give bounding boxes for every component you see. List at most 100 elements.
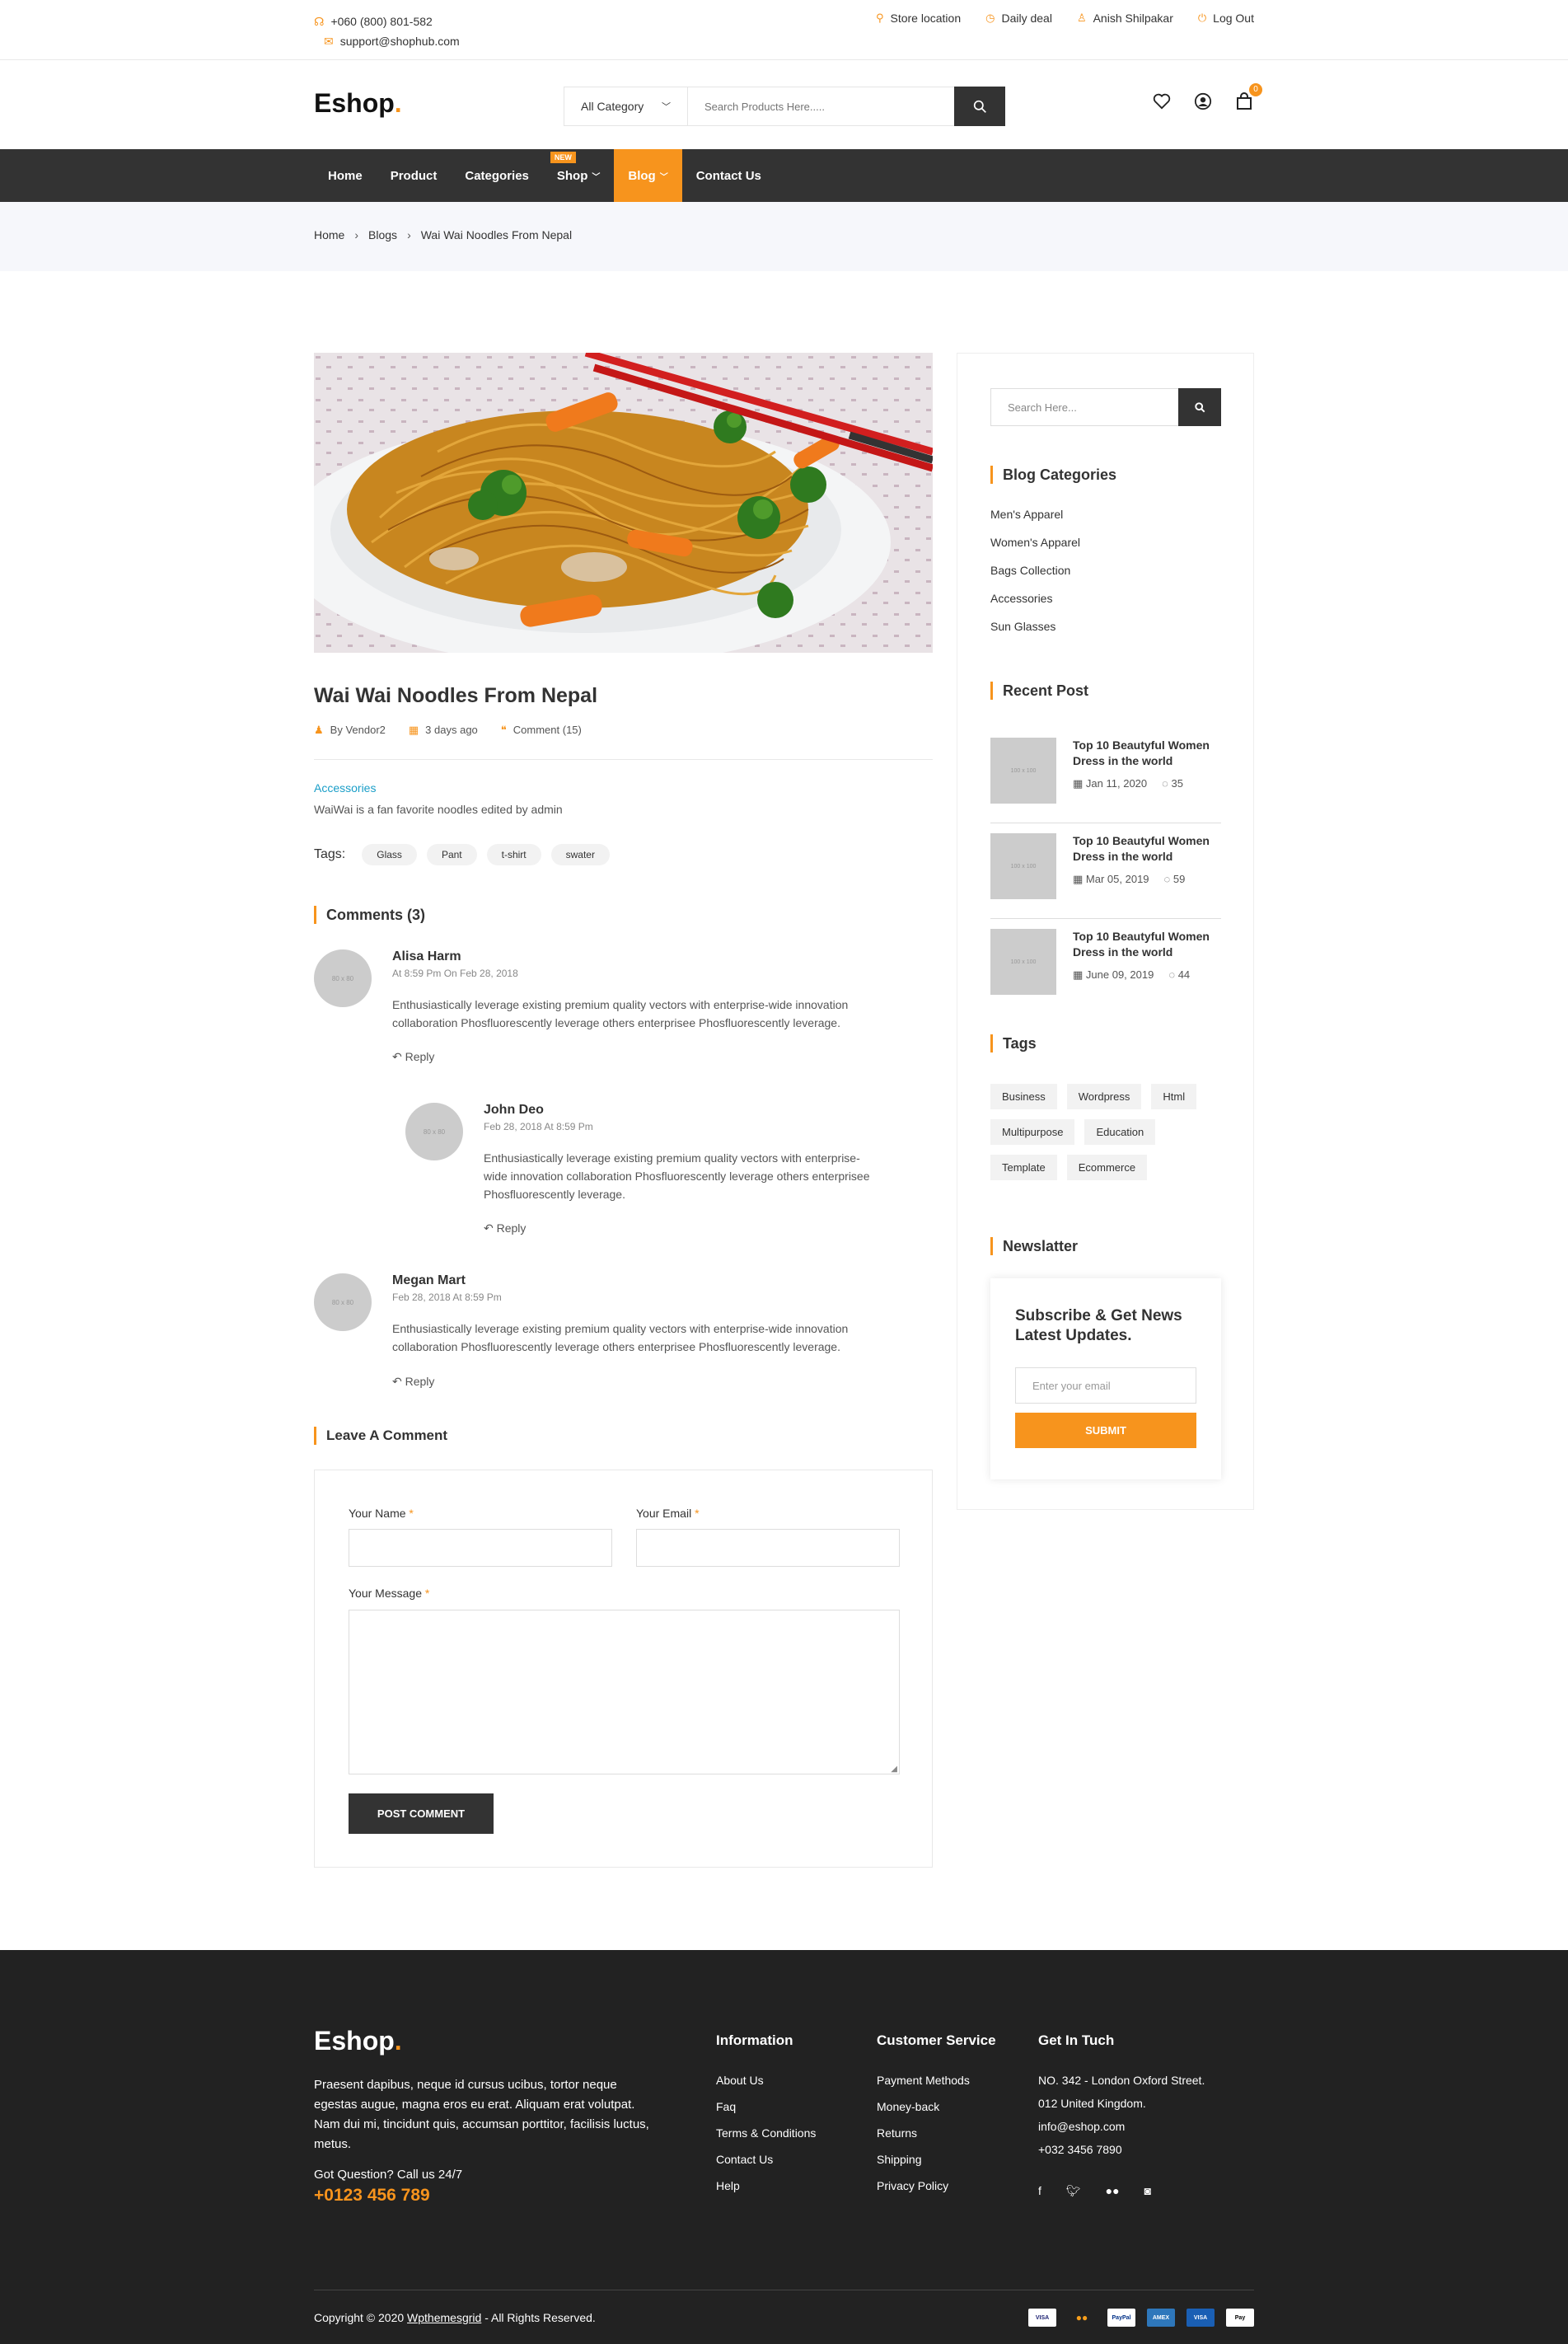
recent-post-item[interactable]: 100 x 100 Top 10 Beautyful Women Dress i… xyxy=(990,833,1221,919)
store-location-link[interactable]: ⚲ Store location xyxy=(876,12,961,25)
tag-ecommerce[interactable]: Ecommerce xyxy=(1066,1155,1148,1180)
footer-link-shipping[interactable]: Shipping xyxy=(877,2153,996,2179)
newsletter-title: Newslatter xyxy=(990,1237,1078,1255)
footer-email[interactable]: info@eshop.com xyxy=(1038,2120,1205,2143)
post-category-link[interactable]: Accessories xyxy=(314,781,376,795)
nav-shop[interactable]: NEW Shop ﹀ xyxy=(543,149,615,202)
footer-link-money-back[interactable]: Money-back xyxy=(877,2100,996,2126)
footer-address-2: 012 United Kingdom. xyxy=(1038,2097,1146,2110)
tag-multipurpose[interactable]: Multipurpose xyxy=(990,1119,1075,1145)
tag-t-shirt[interactable]: t-shirt xyxy=(486,844,541,865)
tag-business[interactable]: Business xyxy=(990,1084,1057,1109)
nav-blog-label: Blog xyxy=(628,168,656,183)
footer-link-help[interactable]: Help xyxy=(716,2179,816,2206)
reply-label: Reply xyxy=(405,1375,435,1388)
cart-count-badge: 0 xyxy=(1249,83,1262,96)
footer-link-faq[interactable]: Faq xyxy=(716,2100,816,2126)
nav-contact[interactable]: Contact Us xyxy=(682,149,775,202)
footer-logo[interactable]: Eshop. xyxy=(314,2026,402,2056)
newsletter-email-input[interactable]: Enter your email xyxy=(1015,1367,1196,1404)
name-field[interactable] xyxy=(349,1529,612,1567)
recent-post-title-text[interactable]: Top 10 Beautyful Women Dress in the worl… xyxy=(1073,738,1221,769)
footer-link-privacy[interactable]: Privacy Policy xyxy=(877,2179,996,2206)
comment-text-line: wide innovation collaboration Phosfluore… xyxy=(484,1170,870,1183)
resize-handle-icon[interactable]: ◢ xyxy=(891,1765,897,1774)
tag-template[interactable]: Template xyxy=(990,1155,1057,1180)
category-accessories[interactable]: Accessories xyxy=(990,592,1080,620)
nav-home[interactable]: Home xyxy=(314,149,377,202)
tag-glass[interactable]: Glass xyxy=(362,844,417,865)
footer-link-contact[interactable]: Contact Us xyxy=(716,2153,816,2179)
post-author-label: By Vendor2 xyxy=(330,724,386,736)
reply-button[interactable]: ↶ Reply xyxy=(392,1050,434,1064)
comment-count: 44 xyxy=(1177,968,1191,981)
recent-post-item[interactable]: 100 x 100 Top 10 Beautyful Women Dress i… xyxy=(990,738,1221,823)
instagram-icon[interactable]: ◙ xyxy=(1144,2184,1151,2198)
tag-swater[interactable]: swater xyxy=(550,844,610,865)
date-text: Mar 05, 2019 xyxy=(1085,873,1149,885)
blog-categories-title: Blog Categories xyxy=(990,466,1116,484)
category-bags[interactable]: Bags Collection xyxy=(990,564,1080,592)
mail-icon: ✉ xyxy=(324,34,334,48)
tag-education[interactable]: Education xyxy=(1084,1119,1156,1145)
recent-post-title-text[interactable]: Top 10 Beautyful Women Dress in the worl… xyxy=(1073,929,1221,960)
daily-deal-link[interactable]: ◷ Daily deal xyxy=(985,12,1052,25)
facebook-icon[interactable]: f xyxy=(1038,2184,1041,2198)
twitter-icon[interactable]: 🐦︎ xyxy=(1066,2184,1081,2198)
footer-link-payment[interactable]: Payment Methods xyxy=(877,2074,996,2100)
user-account-link[interactable]: ♙ Anish Shilpakar xyxy=(1077,12,1173,25)
noodles-image xyxy=(314,353,933,653)
footer-link-about[interactable]: About Us xyxy=(716,2074,816,2100)
topbar-email[interactable]: support@shophub.com xyxy=(340,35,460,48)
email-field[interactable] xyxy=(636,1529,900,1567)
nav-blog[interactable]: Blog ﹀ xyxy=(614,149,682,202)
nav-product[interactable]: Product xyxy=(377,149,452,202)
comment-date: Feb 28, 2018 At 8:59 Pm xyxy=(392,1292,502,1303)
recent-post-item[interactable]: 100 x 100 Top 10 Beautyful Women Dress i… xyxy=(990,929,1221,1015)
breadcrumb-home[interactable]: Home xyxy=(314,228,344,241)
comment-text: Enthusiastically leverage existing premi… xyxy=(392,996,848,1032)
search-button[interactable] xyxy=(954,87,1005,126)
tags-label: Tags: xyxy=(314,847,346,861)
product-search-input[interactable] xyxy=(688,87,954,125)
tag-html[interactable]: Html xyxy=(1151,1084,1197,1109)
category-womens-apparel[interactable]: Women's Apparel xyxy=(990,536,1080,564)
logo[interactable]: Eshop. xyxy=(314,88,402,119)
footer-link-terms[interactable]: Terms & Conditions xyxy=(716,2126,816,2153)
footer-contact-phone[interactable]: +032 3456 7890 xyxy=(1038,2143,1205,2166)
tag-wordpress[interactable]: Wordpress xyxy=(1066,1084,1142,1109)
post-meta: ♟ By Vendor2 ▦ 3 days ago ❝ Comment (15) xyxy=(314,724,582,737)
account-button[interactable] xyxy=(1193,91,1213,111)
post-comment-button[interactable]: POST COMMENT xyxy=(349,1793,494,1834)
sidebar-search-button[interactable] xyxy=(1178,388,1221,426)
flickr-icon[interactable]: ●● xyxy=(1106,2184,1120,2198)
wishlist-button[interactable] xyxy=(1152,91,1172,111)
recent-post-title-text[interactable]: Top 10 Beautyful Women Dress in the worl… xyxy=(1073,833,1221,865)
copyright-link[interactable]: Wpthemesgrid xyxy=(407,2311,481,2324)
post-title: Wai Wai Noodles From Nepal xyxy=(314,684,598,707)
logout-link[interactable]: ⏻ Log Out xyxy=(1198,12,1254,25)
post-author[interactable]: ♟ By Vendor2 xyxy=(314,724,386,737)
message-field[interactable]: ◢ xyxy=(349,1610,900,1774)
post-comments-count[interactable]: ❝ Comment (15) xyxy=(501,724,582,737)
category-mens-apparel[interactable]: Men's Apparel xyxy=(990,508,1080,536)
reply-button[interactable]: ↶ Reply xyxy=(484,1221,526,1235)
calendar-icon: ▦ xyxy=(408,724,419,736)
cart-button[interactable]: 0 xyxy=(1234,83,1262,111)
tag-pant[interactable]: Pant xyxy=(426,844,477,865)
sidebar: Search Here... Blog Categories Men's App… xyxy=(957,353,1254,1510)
footer-contact-title: Get In Tuch xyxy=(1038,2032,1115,2048)
nav-categories[interactable]: Categories xyxy=(451,149,543,202)
category-select[interactable]: All Category ﹀ xyxy=(564,87,688,125)
newsletter-submit-button[interactable]: SUBMIT xyxy=(1015,1413,1196,1448)
footer-phone[interactable]: +0123 456 789 xyxy=(314,2186,430,2206)
calendar-icon: ▦ xyxy=(1073,777,1084,790)
footer-link-returns[interactable]: Returns xyxy=(877,2126,996,2153)
location-pin-icon: ⚲ xyxy=(875,12,884,24)
category-sun-glasses[interactable]: Sun Glasses xyxy=(990,620,1080,648)
breadcrumb-blogs[interactable]: Blogs xyxy=(368,228,397,241)
reply-button[interactable]: ↶ Reply xyxy=(392,1375,434,1389)
comment-text: Enthusiastically leverage existing premi… xyxy=(484,1149,870,1203)
sidebar-search-input[interactable]: Search Here... xyxy=(991,389,1178,425)
footer-information-title: Information xyxy=(716,2032,793,2048)
